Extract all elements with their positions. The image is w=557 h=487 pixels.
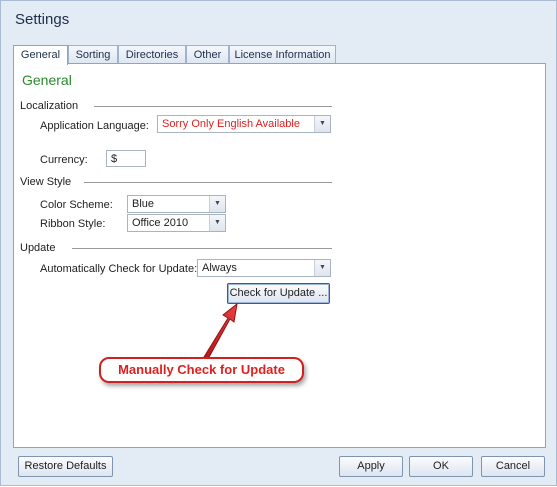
- tab-general[interactable]: General: [13, 45, 68, 65]
- restore-defaults-button[interactable]: Restore Defaults: [18, 456, 113, 477]
- cancel-button[interactable]: Cancel: [481, 456, 545, 477]
- apply-button[interactable]: Apply: [339, 456, 403, 477]
- annotation-callout: Manually Check for Update: [99, 357, 304, 383]
- ok-button[interactable]: OK: [409, 456, 473, 477]
- settings-window: Settings General Sorting Directories Oth…: [0, 0, 557, 486]
- annotation-arrow-icon: [203, 302, 238, 360]
